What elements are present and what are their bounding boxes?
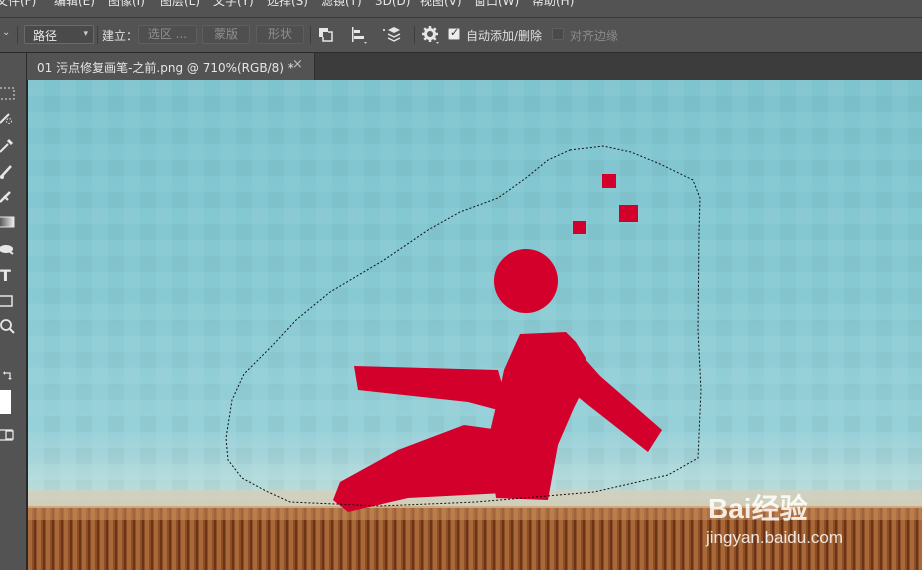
document-tab[interactable]: 01 污点修复画笔-之前.png @ 710%(RGB/8) * × <box>27 53 315 80</box>
path-operations-icon[interactable] <box>316 24 338 46</box>
brush-tool-icon[interactable] <box>0 161 20 181</box>
menu-3d[interactable]: 3D(D) <box>375 0 410 8</box>
swap-colors-icon[interactable] <box>0 367 20 387</box>
path-arrangement-icon[interactable] <box>380 24 402 46</box>
make-selection-button[interactable]: 选区 ... <box>138 25 197 44</box>
make-label: 建立： <box>102 29 139 43</box>
make-shape-button[interactable]: 形状 <box>256 25 304 44</box>
path-alignment-icon[interactable] <box>348 24 370 46</box>
chevron-down-icon: ▾ <box>83 29 88 39</box>
align-edges-label: 对齐边缘 <box>570 29 619 43</box>
document-tab-bar: 01 污点修复画笔-之前.png @ 710%(RGB/8) * × <box>27 53 922 80</box>
quick-mask-icon[interactable] <box>0 425 20 445</box>
menu-file[interactable]: 文件(F) <box>0 0 36 8</box>
menu-view[interactable]: 视图(V) <box>420 0 462 8</box>
auto-add-delete-label: 自动添加/删除 <box>466 29 543 43</box>
options-bar: ⌄ 路径 ▾ 建立： 选区 ... 蒙版 形状 ✓ 自动添加/删除 对齐边缘 <box>0 17 922 53</box>
baidu-jingyan-logo: Bai经验 <box>708 493 808 524</box>
divider <box>414 26 415 44</box>
document-tab-title: 01 污点修复画笔-之前.png @ 710%(RGB/8) * <box>37 61 294 75</box>
gear-icon[interactable] <box>420 24 442 46</box>
quick-selection-tool-icon[interactable] <box>0 109 20 129</box>
eyedropper-tool-icon[interactable] <box>0 135 20 155</box>
menu-image[interactable]: 图像(I) <box>108 0 145 8</box>
auto-add-delete-checkbox[interactable] <box>448 26 460 40</box>
watermark-url: jingyan.baidu.com <box>706 528 844 547</box>
menu-layer[interactable]: 图层(L) <box>160 0 200 8</box>
align-edges-checkbox[interactable] <box>552 28 564 40</box>
rectangle-tool-icon[interactable] <box>0 291 20 311</box>
foreground-color-swatch[interactable] <box>0 390 11 414</box>
menu-edit[interactable]: 编辑(E) <box>54 0 95 8</box>
type-tool-icon[interactable]: T <box>0 265 20 285</box>
path-mode-value: 路径 <box>33 29 58 43</box>
menu-filter[interactable]: 滤镜(T) <box>321 0 362 8</box>
menu-type[interactable]: 文字(Y) <box>213 0 254 8</box>
tools-panel: T <box>0 53 27 570</box>
close-icon[interactable]: × <box>292 57 303 72</box>
menu-window[interactable]: 窗口(W) <box>474 0 519 8</box>
svg-text:T: T <box>0 266 11 285</box>
menu-bar: 文件(F) 编辑(E) 图像(I) 图层(L) 文字(Y) 选择(S) 滤镜(T… <box>0 0 922 17</box>
zoom-tool-icon[interactable] <box>0 317 20 337</box>
path-mode-select[interactable]: 路径 ▾ <box>24 25 94 44</box>
divider <box>310 26 311 44</box>
marquee-tool-icon[interactable] <box>0 83 20 103</box>
gradient-tool-icon[interactable] <box>0 213 20 233</box>
dodge-tool-icon[interactable] <box>0 239 20 259</box>
divider <box>97 26 98 44</box>
chevron-down-icon[interactable]: ⌄ <box>2 27 10 38</box>
clone-stamp-tool-icon[interactable] <box>0 187 20 207</box>
make-mask-button[interactable]: 蒙版 <box>202 25 250 44</box>
menu-select[interactable]: 选择(S) <box>267 0 308 8</box>
divider <box>17 26 18 44</box>
document-canvas[interactable]: Bai经验 jingyan.baidu.com <box>28 80 922 570</box>
menu-help[interactable]: 帮助(H) <box>532 0 574 8</box>
